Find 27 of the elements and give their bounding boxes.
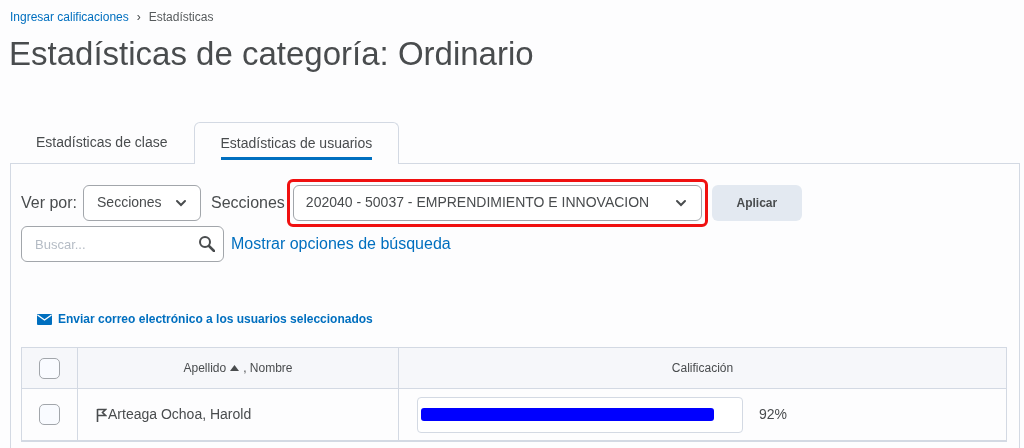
search-icon — [198, 235, 215, 252]
checkbox[interactable] — [39, 404, 60, 425]
column-header[interactable]: Apellido — [183, 359, 227, 377]
breadcrumb-link[interactable]: Ingresar calificaciones — [10, 8, 129, 26]
envelope-icon — [37, 313, 52, 325]
breadcrumb-current: Estadísticas — [148, 9, 214, 26]
apply-button[interactable]: Aplicar — [711, 184, 802, 221]
user-name: Arteaga Ochoa, Harold — [108, 405, 252, 424]
search-field[interactable]: Buscar... — [21, 226, 224, 262]
chevron-down-icon — [674, 198, 687, 207]
tab[interactable]: Estadísticas de clase — [10, 121, 194, 163]
column-header: , Nombre — [243, 360, 293, 377]
search-options-link[interactable]: Mostrar opciones de búsqueda — [231, 232, 451, 256]
view-by-dropdown[interactable]: Secciones — [83, 184, 202, 221]
column-header: Calificación — [671, 360, 734, 377]
sections-label: Secciones — [211, 192, 285, 213]
sort-ascending-icon — [230, 365, 240, 371]
checkbox[interactable] — [39, 357, 60, 379]
breadcrumb-separator: › — [136, 9, 141, 26]
flag-icon — [96, 407, 107, 422]
view-by-label: Ver por: — [21, 192, 78, 213]
tab[interactable]: Estadísticas de usuarios — [193, 122, 400, 164]
chevron-down-icon — [175, 198, 188, 207]
sections-dropdown[interactable]: 202040 - 50037 - EMPRENDIMIENTO E INNOVACION — [292, 184, 702, 221]
grade-value: 92% — [759, 405, 788, 424]
email-link[interactable]: Enviar correo electrónico a los usuarios seleccionados — [58, 310, 373, 328]
page-title: Estadísticas de categoría: Ordinario — [8, 34, 535, 74]
